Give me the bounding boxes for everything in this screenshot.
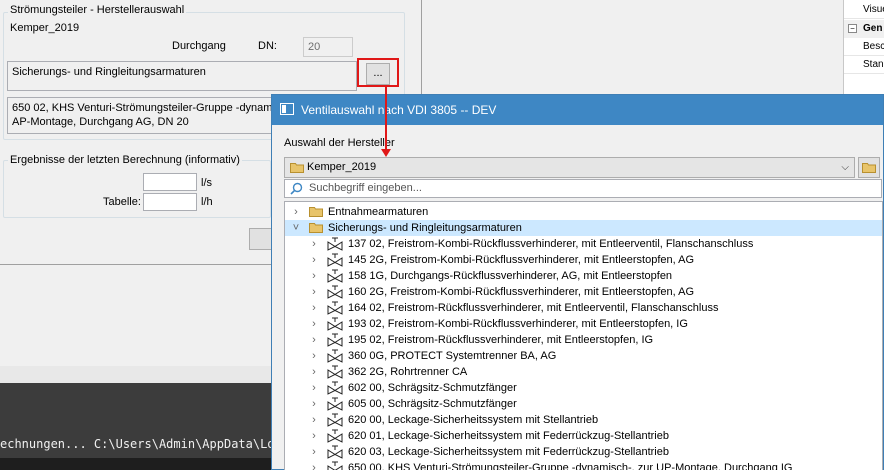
chevron-right-icon[interactable]: › bbox=[309, 268, 319, 284]
tree-item-node[interactable]: › 620 01, Leckage-Sicherheitssystem mit F… bbox=[285, 428, 882, 444]
tree-node-label: 195 02, Freistrom-Rückflussverhinderer, … bbox=[348, 334, 654, 346]
unit-ls-label: l/s bbox=[201, 177, 212, 189]
chevron-right-icon[interactable]: › bbox=[309, 332, 319, 348]
folder-icon bbox=[862, 163, 876, 173]
tree-item-node[interactable]: › 164 02, Freistrom-Rückflussverhinderer,… bbox=[285, 300, 882, 316]
article-line-2: AP-Montage, Durchgang AG, DN 20 bbox=[12, 116, 189, 128]
window-icon bbox=[280, 103, 294, 115]
dn-field[interactable]: 20 bbox=[303, 37, 353, 57]
manufacturer-select-label: Auswahl der Hersteller bbox=[284, 137, 395, 149]
dn-label: DN: bbox=[258, 40, 277, 52]
flow-lh-field[interactable] bbox=[143, 193, 197, 211]
console-header-band bbox=[0, 366, 272, 383]
chevron-right-icon[interactable]: › bbox=[309, 252, 319, 268]
tree-item-node[interactable]: › 160 2G, Freistrom-Kombi-Rückflussverhin… bbox=[285, 284, 882, 300]
chevron-right-icon[interactable]: › bbox=[309, 236, 319, 252]
folder-icon bbox=[290, 163, 304, 173]
tree-node-label: 160 2G, Freistrom-Kombi-Rückflussverhind… bbox=[348, 286, 695, 298]
chevron-down-icon[interactable]: ˅ bbox=[291, 220, 301, 236]
durchgang-label: Durchgang bbox=[172, 40, 226, 52]
chevron-right-icon[interactable]: › bbox=[309, 428, 319, 444]
tree-node-label: 620 03, Leckage-Sicherheitssystem mit Fe… bbox=[348, 446, 669, 458]
valve-tree[interactable]: › Entnahmearmaturen ˅ Sicherungs- und Ringl… bbox=[284, 201, 883, 470]
tree-node-label: 650 00, KHS Venturi-Strömungsteiler-Grup… bbox=[348, 462, 793, 470]
tree-node-label: 145 2G, Freistrom-Kombi-Rückflussverhind… bbox=[348, 254, 695, 266]
tree-node-label: 158 1G, Durchgangs-Rückflussverhinderer,… bbox=[348, 270, 673, 282]
tree-item-node[interactable]: › 145 2G, Freistrom-Kombi-Rückflussverhin… bbox=[285, 252, 882, 268]
prop-group-gen[interactable]: − Gen bbox=[844, 20, 884, 38]
chevron-right-icon[interactable]: › bbox=[309, 444, 319, 460]
valve-icon bbox=[327, 461, 343, 470]
results-group-title: Ergebnisse der letzten Berechnung (infor… bbox=[8, 154, 242, 166]
console-bottom-strip bbox=[0, 458, 272, 470]
manufacturer-dropdown[interactable]: Kemper_2019 ⌵ bbox=[284, 157, 855, 178]
prop-row-visue[interactable]: Visue bbox=[844, 1, 884, 19]
chevron-right-icon[interactable]: › bbox=[309, 316, 319, 332]
chevron-right-icon[interactable]: › bbox=[309, 380, 319, 396]
chevron-right-icon[interactable]: › bbox=[291, 204, 301, 220]
manufacturer-dropdown-value: Kemper_2019 bbox=[307, 161, 377, 173]
tree-node-label: 137 02, Freistrom-Kombi-Rückflussverhind… bbox=[348, 238, 754, 250]
property-grid: Visue − Gen Besc Stan bbox=[843, 0, 884, 95]
tree-node-label: 193 02, Freistrom-Kombi-Rückflussverhind… bbox=[348, 318, 688, 330]
tree-item-node[interactable]: › 195 02, Freistrom-Rückflussverhinderer,… bbox=[285, 332, 882, 348]
tree-node-label: Sicherungs- und Ringleitungsarmaturen bbox=[328, 222, 522, 234]
chevron-down-icon: ⌵ bbox=[841, 162, 849, 173]
tree-item-node[interactable]: › 137 02, Freistrom-Kombi-Rückflussverhin… bbox=[285, 236, 882, 252]
arrow-head bbox=[381, 149, 391, 157]
chevron-right-icon[interactable]: › bbox=[309, 348, 319, 364]
tree-node-label: 362 2G, Rohrtrenner CA bbox=[348, 366, 468, 378]
chevron-right-icon[interactable]: › bbox=[309, 364, 319, 380]
tree-item-node[interactable]: › 605 00, Schrägsitz-Schmutzfänger bbox=[285, 396, 882, 412]
unit-lh-label: l/h bbox=[201, 196, 213, 208]
tree-node-label: Entnahmearmaturen bbox=[328, 206, 429, 218]
tree-item-node[interactable]: › 650 00, KHS Venturi-Strömungsteiler-Gru… bbox=[285, 460, 882, 470]
tree-folder-node[interactable]: ˅ Sicherungs- und Ringleitungsarmaturen bbox=[285, 220, 882, 236]
dialog-titlebar[interactable]: Ventilauswahl nach VDI 3805 -- DEV bbox=[272, 95, 883, 125]
tree-folder-node[interactable]: › Entnahmearmaturen bbox=[285, 204, 882, 220]
tree-node-label: 605 00, Schrägsitz-Schmutzfänger bbox=[348, 398, 517, 410]
category-field[interactable]: Sicherungs- und Ringleitungsarmaturen bbox=[7, 61, 357, 91]
article-field[interactable]: 650 02, KHS Venturi-Strömungsteiler-Grup… bbox=[7, 97, 293, 134]
search-input[interactable]: Suchbegriff eingeben... bbox=[284, 179, 882, 198]
tree-item-node[interactable]: › 602 00, Schrägsitz-Schmutzfänger bbox=[285, 380, 882, 396]
search-placeholder: Suchbegriff eingeben... bbox=[309, 182, 422, 194]
chevron-right-icon[interactable]: › bbox=[309, 396, 319, 412]
chevron-right-icon[interactable]: › bbox=[309, 412, 319, 428]
tree-item-node[interactable]: › 620 00, Leckage-Sicherheitssystem mit S… bbox=[285, 412, 882, 428]
tree-item-node[interactable]: › 362 2G, Rohrtrenner CA bbox=[285, 364, 882, 380]
chevron-right-icon[interactable]: › bbox=[309, 284, 319, 300]
ventilauswahl-dialog: Ventilauswahl nach VDI 3805 -- DEV Auswa… bbox=[271, 94, 884, 470]
tree-item-node[interactable]: › 620 03, Leckage-Sicherheitssystem mit F… bbox=[285, 444, 882, 460]
herstellerauswahl-group-title: Strömungsteiler - Herstellerauswahl bbox=[8, 4, 187, 16]
tree-node-label: 620 00, Leckage-Sicherheitssystem mit St… bbox=[348, 414, 599, 426]
flow-ls-field[interactable] bbox=[143, 173, 197, 191]
manufacturer-label: Kemper_2019 bbox=[10, 22, 80, 34]
tree-node-label: 602 00, Schrägsitz-Schmutzfänger bbox=[348, 382, 517, 394]
tree-node-label: 164 02, Freistrom-Rückflussverhinderer, … bbox=[348, 302, 719, 314]
tabelle-label: Tabelle: bbox=[103, 196, 141, 208]
results-group bbox=[3, 160, 271, 218]
article-line-1: 650 02, KHS Venturi-Strömungsteiler-Grup… bbox=[12, 102, 293, 114]
prop-row-besc[interactable]: Besc bbox=[844, 38, 884, 56]
chevron-right-icon[interactable]: › bbox=[309, 300, 319, 316]
highlight-frame bbox=[357, 58, 399, 87]
tree-item-node[interactable]: › 158 1G, Durchgangs-Rückflussverhinderer… bbox=[285, 268, 882, 284]
search-icon bbox=[290, 182, 303, 195]
tree-item-node[interactable]: › 193 02, Freistrom-Kombi-Rückflussverhin… bbox=[285, 316, 882, 332]
console-output-line: echnungen... C:\Users\Admin\AppData\Loca bbox=[0, 437, 289, 451]
arrow-shaft bbox=[385, 87, 387, 151]
tree-node-label: 620 01, Leckage-Sicherheitssystem mit Fe… bbox=[348, 430, 669, 442]
collapse-icon[interactable]: − bbox=[848, 24, 857, 33]
output-console bbox=[0, 383, 272, 470]
tree-node-label: 360 0G, PROTECT Systemtrenner BA, AG bbox=[348, 350, 557, 362]
prop-row-stan[interactable]: Stan bbox=[844, 56, 884, 74]
dialog-title: Ventilauswahl nach VDI 3805 -- DEV bbox=[301, 103, 497, 117]
open-folder-button[interactable] bbox=[858, 157, 880, 178]
tree-item-node[interactable]: › 360 0G, PROTECT Systemtrenner BA, AG bbox=[285, 348, 882, 364]
chevron-right-icon[interactable]: › bbox=[309, 460, 319, 470]
